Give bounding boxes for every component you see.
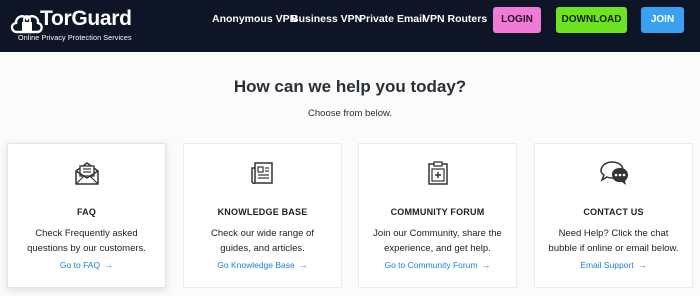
nav-anonymous-vpn[interactable]: Anonymous VPN bbox=[212, 13, 297, 25]
link-label: Email Support bbox=[580, 260, 634, 270]
logo-wordmark: TorGuard bbox=[40, 7, 132, 30]
card-description: Need Help? Click the chat bubble if onli… bbox=[543, 226, 684, 256]
download-button[interactable]: DOWNLOAD bbox=[556, 7, 627, 33]
login-button[interactable]: LOGIN bbox=[493, 7, 541, 33]
card-description-line: Join our Community, share the bbox=[373, 228, 502, 239]
arrow-right-icon: → bbox=[298, 260, 308, 270]
page-subtitle: Choose from below. bbox=[308, 108, 392, 119]
card-description-line: Check Frequently asked bbox=[35, 228, 138, 239]
card-title: CONTACT US bbox=[583, 207, 644, 217]
nav-vpn-routers[interactable]: VPN Routers bbox=[423, 13, 487, 25]
card-description-line: bubble if online or email below. bbox=[548, 243, 679, 254]
card-description: Check our wide range of guides, and arti… bbox=[192, 226, 333, 256]
card-description-line: Need Help? Click the chat bbox=[558, 228, 669, 239]
card-description-line: guides, and articles. bbox=[220, 243, 305, 254]
faq-card[interactable]: FAQ Check Frequently asked questions by … bbox=[7, 143, 166, 288]
go-knowledge-base-link[interactable]: Go Knowledge Base → bbox=[184, 260, 341, 270]
go-to-faq-link[interactable]: Go to FAQ → bbox=[8, 260, 165, 270]
logo-tagline: Online Privacy Protection Services bbox=[18, 33, 132, 42]
arrow-right-icon: → bbox=[104, 260, 114, 270]
chat-bubbles-icon bbox=[599, 161, 628, 185]
torguard-logo[interactable]: TorGuard Online Privacy Protection Servi… bbox=[9, 6, 159, 46]
link-label: Go Knowledge Base bbox=[217, 260, 295, 270]
nav-business-vpn[interactable]: Business VPN bbox=[291, 13, 362, 25]
community-forum-card[interactable]: COMMUNITY FORUM Join our Community, shar… bbox=[358, 143, 517, 288]
knowledge-base-card[interactable]: KNOWLEDGE BASE Check our wide range of g… bbox=[183, 143, 342, 288]
card-description: Join our Community, share the experience… bbox=[367, 226, 508, 256]
join-button[interactable]: JOIN bbox=[641, 7, 684, 33]
page-title: How can we help you today? bbox=[233, 77, 467, 96]
link-label: Go to Community Forum bbox=[384, 260, 478, 270]
card-description-line: experience, and get help. bbox=[384, 243, 491, 254]
arrow-right-icon: → bbox=[637, 260, 647, 270]
card-description: Check Frequently asked questions by our … bbox=[16, 226, 157, 256]
go-to-community-forum-link[interactable]: Go to Community Forum → bbox=[359, 260, 516, 270]
contact-us-card[interactable]: CONTACT US Need Help? Click the chat bub… bbox=[534, 143, 693, 288]
top-navigation-bar: TorGuard Online Privacy Protection Servi… bbox=[0, 0, 700, 52]
link-label: Go to FAQ bbox=[59, 260, 101, 270]
newspaper-icon bbox=[250, 162, 273, 185]
envelope-icon bbox=[74, 162, 99, 185]
email-support-link[interactable]: Email Support → bbox=[535, 260, 692, 270]
card-title: COMMUNITY FORUM bbox=[390, 207, 485, 217]
nav-private-email[interactable]: Private Email bbox=[359, 13, 425, 25]
card-description-line: Check our wide range of bbox=[211, 228, 314, 239]
card-title: FAQ bbox=[76, 207, 97, 217]
card-title: KNOWLEDGE BASE bbox=[217, 207, 308, 217]
arrow-right-icon: → bbox=[481, 260, 491, 270]
card-description-line: questions by our customers. bbox=[27, 243, 146, 254]
clipboard-plus-icon bbox=[427, 161, 448, 185]
